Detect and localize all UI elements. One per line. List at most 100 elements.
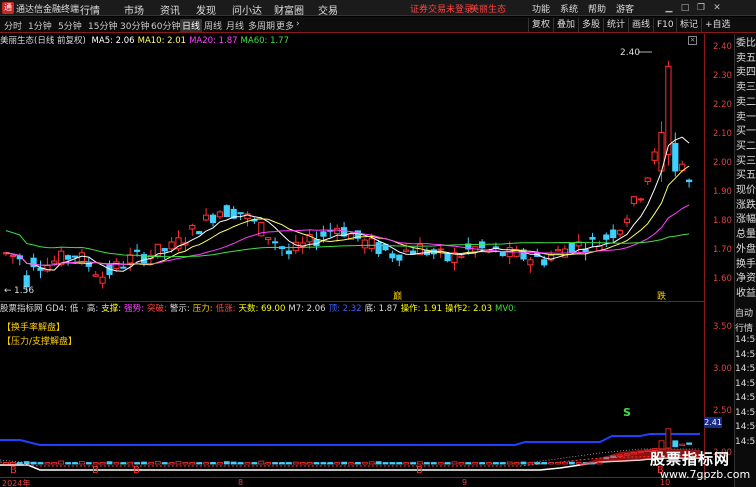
- minimize-icon[interactable]: ▁: [664, 3, 674, 13]
- indicator-bar: [465, 462, 472, 465]
- indicator-bar: [396, 462, 403, 465]
- side-time-item: 14:56: [735, 349, 756, 360]
- candle: [444, 253, 451, 263]
- indicator-bar: [451, 461, 458, 465]
- candle: [9, 254, 16, 264]
- btn-add-watchlist[interactable]: +自选: [701, 18, 734, 32]
- side-item: 卖二: [736, 96, 756, 108]
- candle: [334, 224, 341, 242]
- indicator-bar: [120, 462, 127, 465]
- indicator-chart[interactable]: SB B B B B: [0, 312, 704, 477]
- price-tick: 2.30: [713, 71, 732, 81]
- candle: [548, 250, 555, 262]
- candle: [451, 247, 458, 271]
- menu-ask[interactable]: 问小达: [232, 2, 262, 17]
- menu-market[interactable]: 市场: [124, 2, 144, 17]
- indicator-bar: [85, 462, 92, 465]
- btn-f10[interactable]: F10: [653, 18, 677, 32]
- restore-icon[interactable]: ❐: [696, 3, 706, 13]
- indicator-bar: [72, 462, 78, 465]
- indicator-bar: [230, 461, 237, 465]
- indicator-bar: [665, 428, 672, 449]
- menu-discover[interactable]: 发现: [196, 2, 216, 17]
- side-item: 委比: [736, 38, 756, 49]
- side-item: 总量: [736, 229, 756, 241]
- btn-multi-stock[interactable]: 多股: [578, 18, 603, 32]
- candle: [120, 261, 127, 269]
- indicator-bar: [548, 462, 554, 465]
- buy-signal-b: B: [10, 465, 17, 476]
- menu-wealth[interactable]: 财富圈: [274, 2, 304, 17]
- buy-signal-b: B: [92, 465, 99, 476]
- menu-system[interactable]: 系统: [560, 2, 578, 15]
- side-item: 涨跌: [736, 199, 756, 211]
- indicator-bar: [189, 462, 196, 465]
- menu-news[interactable]: 资讯: [160, 2, 180, 17]
- candle: [306, 229, 313, 249]
- btn-adjust[interactable]: 复权: [528, 18, 553, 32]
- main-annotations: 2.40 ← 1.56 巅 跌: [4, 48, 666, 300]
- btn-mark[interactable]: 标记: [676, 18, 701, 32]
- side-item: 外盘: [736, 243, 756, 255]
- indicator-bar: [106, 461, 113, 465]
- price-tick: 2.10: [713, 129, 732, 139]
- close-icon[interactable]: ✕: [712, 3, 722, 13]
- login-alert[interactable]: 证券交易未登录: [410, 2, 473, 15]
- collapse-icon[interactable]: ×: [688, 36, 697, 45]
- period-toolbar: 分时 1分钟 5分钟 15分钟 30分钟 60分钟 日线 周线 月线 多周期 更…: [0, 17, 756, 33]
- side-time-item: 自动: [735, 309, 754, 319]
- period-daily[interactable]: 日线: [180, 19, 203, 32]
- period-timeshare[interactable]: 分时: [4, 19, 22, 32]
- side-item: 卖四: [736, 67, 756, 79]
- period-weekly[interactable]: 周线: [204, 19, 222, 32]
- menu-trade[interactable]: 交易: [318, 2, 338, 17]
- time-tick: 9: [462, 478, 468, 487]
- side-time-item: 14:56: [735, 364, 756, 374]
- candle: [410, 247, 417, 255]
- pressure-support-label: 【压力/支撑解盘】: [2, 337, 78, 347]
- maximize-icon[interactable]: □: [680, 3, 690, 13]
- menu-function[interactable]: 功能: [532, 2, 550, 15]
- candlestick-chart[interactable]: 2.40 ← 1.56 巅 跌: [0, 45, 704, 300]
- menu-quotes[interactable]: 行情: [80, 2, 100, 17]
- candle: [610, 224, 617, 244]
- menu-guest[interactable]: 游客: [616, 2, 634, 15]
- indicator-bar: [147, 462, 154, 465]
- candle: [37, 260, 44, 279]
- candle: [258, 221, 265, 237]
- btn-overlay[interactable]: 叠加: [553, 18, 578, 32]
- period-5min[interactable]: 5分钟: [58, 19, 82, 32]
- candle: [686, 178, 693, 188]
- period-more[interactable]: 更多: [276, 19, 294, 32]
- candles-group: [2, 60, 693, 293]
- indicator-bar: [58, 460, 65, 465]
- low-price-label: 1.56: [14, 286, 34, 296]
- indicator-bar: [361, 461, 368, 465]
- candle: [361, 238, 368, 254]
- indicator-bar: [410, 462, 417, 465]
- candle: [99, 271, 106, 289]
- side-item: 卖五: [736, 52, 756, 64]
- indicator-bar: [161, 462, 168, 465]
- indicator-bar: [127, 461, 134, 465]
- more-chevron-icon[interactable]: ›: [296, 19, 300, 29]
- watermark-url: www.7gpzb.com: [660, 468, 751, 481]
- period-60min[interactable]: 60分钟: [151, 19, 180, 32]
- period-monthly[interactable]: 月线: [226, 19, 244, 32]
- period-30min[interactable]: 30分钟: [120, 19, 149, 32]
- side-time-item: 14:56: [735, 422, 756, 432]
- period-1min[interactable]: 1分钟: [28, 19, 52, 32]
- buy-signal-b: B: [416, 465, 423, 476]
- period-multi[interactable]: 多周期: [248, 19, 275, 32]
- period-15min[interactable]: 15分钟: [88, 19, 117, 32]
- btn-stats[interactable]: 统计: [603, 18, 628, 32]
- indicator-bar: [354, 461, 361, 465]
- candle: [396, 254, 403, 267]
- indicator-bar: [16, 462, 23, 465]
- indicator-bar: [203, 462, 210, 465]
- indicator-bar: [327, 462, 334, 465]
- btn-draw[interactable]: 画线: [628, 18, 653, 32]
- side-item: 卖三: [736, 82, 756, 94]
- menu-help[interactable]: 帮助: [588, 2, 606, 15]
- candle: [637, 197, 644, 203]
